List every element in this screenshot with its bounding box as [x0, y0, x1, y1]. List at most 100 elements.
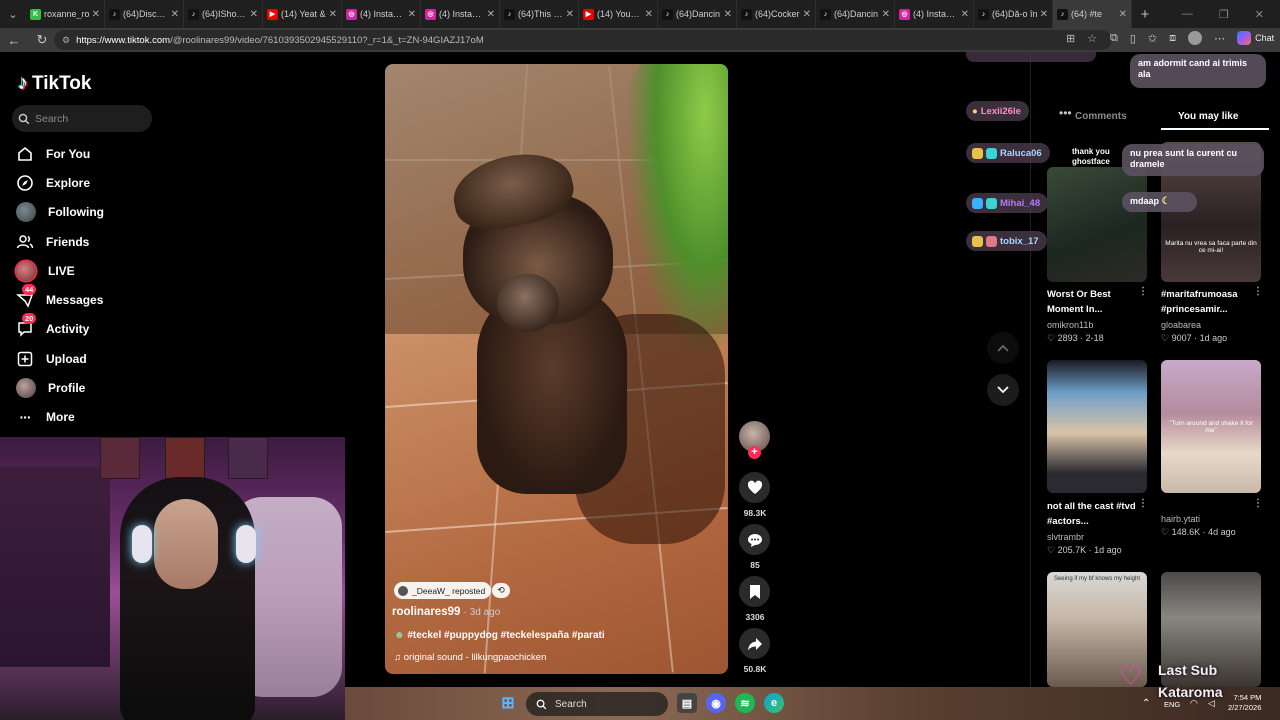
close-tab-icon[interactable]: ✕: [882, 9, 890, 20]
menu-dots-icon[interactable]: ⋯: [1214, 32, 1225, 45]
tiktok-logo[interactable]: ♪ TikTok: [18, 72, 91, 95]
tab-list-chevron-icon[interactable]: ⌄: [0, 0, 26, 28]
sidebar-item-upload[interactable]: Upload: [16, 347, 87, 371]
card-menu-icon[interactable]: ⋮: [1138, 286, 1148, 297]
close-tab-icon[interactable]: ✕: [1040, 9, 1048, 20]
video-thumbnail[interactable]: [1047, 360, 1147, 493]
site-info-icon[interactable]: ⚙: [62, 35, 70, 46]
split-icon[interactable]: ▯: [1130, 32, 1136, 45]
video-thumbnail[interactable]: "Turn around and shake it for me": [1161, 360, 1261, 493]
sidebar-item-following[interactable]: Following: [16, 200, 104, 224]
browser-tab[interactable]: ♪ (64)Discove ✕: [105, 0, 184, 28]
split-screen-icon[interactable]: ⊞: [1066, 32, 1075, 45]
video-sound[interactable]: ♫ original sound - lilkungpaochicken: [394, 652, 546, 663]
dog-snout: [497, 274, 559, 332]
close-tab-icon[interactable]: ✕: [92, 9, 100, 20]
video-thumbnail[interactable]: [1047, 167, 1147, 282]
close-tab-icon[interactable]: ✕: [961, 9, 969, 20]
save-button[interactable]: [739, 576, 770, 607]
card-title[interactable]: not all the cast #tvd #actors...: [1047, 499, 1142, 529]
browser-tab[interactable]: ♪ (64)Cocker ✕: [737, 0, 816, 28]
browser-tab[interactable]: ▶ (14) YouTub ✕: [579, 0, 658, 28]
sidebar-item-friends[interactable]: Friends: [16, 230, 89, 254]
card-author[interactable]: hairb.ytati: [1161, 514, 1200, 524]
sidebar-item-profile[interactable]: Profile: [16, 376, 85, 400]
browser-tab[interactable]: ▶ (14) Yeat & ✕: [263, 0, 342, 28]
language-indicator[interactable]: ENG: [1164, 700, 1180, 709]
sidebar-item-for-you[interactable]: For You: [16, 142, 90, 166]
card-menu-icon[interactable]: ⋮: [1253, 286, 1263, 297]
file-explorer-icon[interactable]: ▤: [677, 693, 697, 713]
browser-tab[interactable]: ♪ (64) #te ✕: [1053, 0, 1132, 28]
like-button[interactable]: [739, 472, 770, 503]
sidebar-item-more[interactable]: ··· More: [16, 405, 75, 429]
close-tab-icon[interactable]: ✕: [566, 9, 574, 20]
close-tab-icon[interactable]: ✕: [408, 9, 416, 20]
close-tab-icon[interactable]: ✕: [329, 9, 337, 20]
sidebar-item-activity[interactable]: 20 Activity: [16, 313, 89, 341]
card-author[interactable]: omikron11b: [1047, 320, 1093, 330]
windows-start-icon[interactable]: ⊞: [498, 693, 518, 713]
card-menu-icon[interactable]: ⋮: [1253, 498, 1263, 509]
extensions-icon[interactable]: ⧉: [1110, 32, 1118, 45]
sidebar-item-live[interactable]: LIVE: [16, 259, 75, 283]
card-menu-icon[interactable]: ⋮: [1138, 498, 1148, 509]
next-video-button[interactable]: [987, 374, 1019, 406]
discord-icon[interactable]: ◉: [706, 693, 726, 713]
taskbar-clock[interactable]: 7:54 PM 2/27/2026: [1228, 693, 1261, 713]
volume-icon[interactable]: ◁: [1208, 698, 1215, 709]
search-input[interactable]: [35, 112, 145, 125]
previous-video-button[interactable]: [987, 332, 1019, 364]
card-author[interactable]: gloabarea: [1161, 320, 1201, 330]
collections-icon[interactable]: ⧈: [1169, 32, 1176, 45]
browser-tab[interactable]: ◎ (4) Instagra ✕: [421, 0, 500, 28]
webcam-poster: [228, 437, 268, 479]
card-title[interactable]: Worst Or Best Moment In...: [1047, 287, 1142, 317]
close-tab-icon[interactable]: ✕: [645, 9, 653, 20]
favorite-star-icon[interactable]: ☆: [1087, 32, 1097, 45]
browser-tab[interactable]: ◎ (4) Instagra ✕: [895, 0, 974, 28]
close-tab-icon[interactable]: ✕: [250, 9, 258, 20]
close-tab-icon[interactable]: ✕: [171, 9, 179, 20]
browser-tab[interactable]: ♪ (64)Dă-o în ✕: [974, 0, 1053, 28]
close-tab-icon[interactable]: ✕: [1119, 9, 1127, 20]
wifi-icon[interactable]: ◠: [1190, 698, 1198, 709]
favorites-icon[interactable]: ✩: [1148, 32, 1157, 45]
browser-tab[interactable]: Kroxanne_ro ✕: [26, 0, 105, 28]
video-author[interactable]: roolinares99 · 3d ago: [392, 606, 500, 618]
sidebar-item-explore[interactable]: Explore: [16, 171, 90, 195]
restore-icon[interactable]: ❐: [1219, 8, 1229, 21]
tray-chevron-icon[interactable]: ⌃: [1142, 698, 1150, 709]
card-author[interactable]: slvtrambr: [1047, 532, 1084, 542]
close-window-icon[interactable]: ✕: [1255, 8, 1264, 21]
repost-chip[interactable]: _DeeaW_ reposted: [394, 582, 492, 599]
close-tab-icon[interactable]: ✕: [803, 9, 811, 20]
tab-you-may-like[interactable]: You may like: [1178, 111, 1238, 122]
caption-text[interactable]: #teckel #puppydog #teckelespaña #parati: [407, 630, 604, 641]
url-field[interactable]: ⚙ https://www.tiktok.com /@roolinares99/…: [54, 30, 1112, 50]
browser-tab[interactable]: ◎ (4) Instagra ✕: [342, 0, 421, 28]
minimize-icon[interactable]: —: [1182, 8, 1193, 21]
tab-comments[interactable]: Comments: [1075, 111, 1127, 122]
share-button[interactable]: [739, 628, 770, 659]
browser-tab[interactable]: ♪ (64)This CA ✕: [500, 0, 579, 28]
sidebar-item-messages[interactable]: 44 Messages: [16, 284, 103, 312]
edge-browser-icon[interactable]: e: [764, 693, 784, 713]
follow-plus-button[interactable]: +: [748, 446, 761, 459]
browser-tab[interactable]: ♪ (64)IShowS ✕: [184, 0, 263, 28]
back-arrow-icon[interactable]: ←: [0, 33, 28, 48]
profile-avatar[interactable]: [1188, 31, 1203, 45]
search-box[interactable]: [12, 105, 152, 132]
browser-tab[interactable]: ♪ (64)Dancin ✕: [816, 0, 895, 28]
taskbar-search[interactable]: Search: [526, 692, 668, 716]
close-tab-icon[interactable]: ✕: [487, 9, 495, 20]
card-title[interactable]: #maritafrumoasa #princesamir...: [1161, 287, 1256, 317]
comment-button[interactable]: [739, 524, 770, 555]
close-tab-icon[interactable]: ✕: [724, 9, 732, 20]
refresh-icon[interactable]: ↻: [28, 32, 56, 48]
repost-icon[interactable]: ⟲: [492, 583, 510, 598]
new-tab-button[interactable]: +: [1132, 6, 1158, 23]
browser-tab[interactable]: ♪ (64)Dancin ✕: [658, 0, 737, 28]
copilot-chat-button[interactable]: Chat: [1237, 31, 1274, 45]
spotify-icon[interactable]: ≋: [735, 693, 755, 713]
